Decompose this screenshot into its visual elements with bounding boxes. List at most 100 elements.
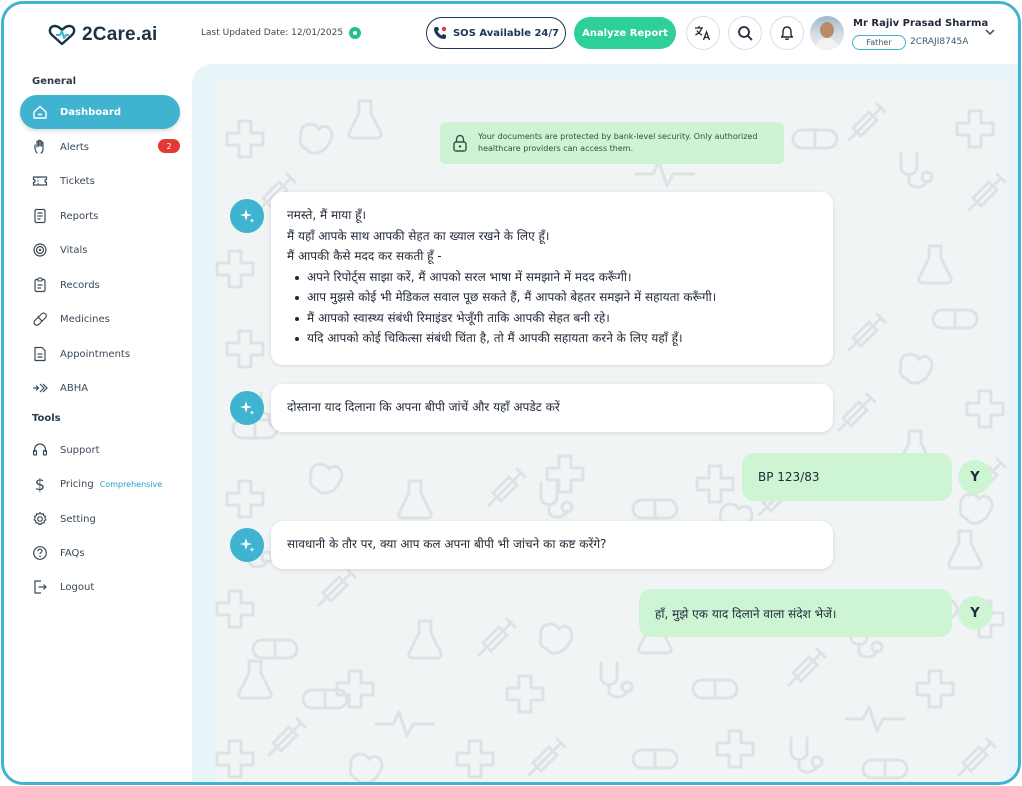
sidebar-item-label: Tickets bbox=[60, 175, 95, 187]
bot-message-reminder: दोस्ताना याद दिलाना कि अपना बीपी जांचें … bbox=[271, 384, 833, 432]
sidebar-item-reports[interactable]: Reports bbox=[20, 199, 180, 233]
report-icon bbox=[32, 208, 48, 224]
user-initial-avatar: Y bbox=[958, 460, 992, 494]
gear-icon bbox=[32, 511, 48, 527]
heart-logo-icon bbox=[48, 24, 76, 46]
app-name: 2Care.ai bbox=[82, 24, 158, 45]
message-text: सावधानी के तौर पर, क्या आप कल अपना बीपी … bbox=[287, 537, 607, 551]
sparkle-icon bbox=[240, 401, 255, 415]
sidebar-item-label: Alerts bbox=[60, 141, 90, 153]
sidebar-item-label: Appointments bbox=[60, 348, 131, 360]
sparkle-icon bbox=[240, 538, 255, 552]
bot-message-greeting: नमस्ते, मैं माया हूँ। मैं यहाँ आपके साथ … bbox=[271, 192, 833, 365]
dollar-icon: $ bbox=[34, 474, 46, 494]
user-initial-avatar: Y bbox=[958, 596, 992, 630]
medical-pattern-background bbox=[215, 99, 1007, 782]
sidebar-item-label: FAQs bbox=[60, 547, 85, 559]
sidebar-item-alerts[interactable]: Alerts 2 bbox=[20, 130, 180, 164]
bot-avatar bbox=[230, 391, 264, 425]
abha-icon bbox=[32, 380, 48, 396]
user-message-bp: BP 123/83 bbox=[742, 453, 952, 501]
analyze-report-label: Analyze Report bbox=[582, 27, 668, 39]
sidebar-item-pricing[interactable]: $ Pricing Comprehensive bbox=[20, 467, 180, 501]
sparkle-icon bbox=[240, 209, 255, 223]
analyze-report-button[interactable]: Analyze Report bbox=[574, 17, 676, 49]
user-message-reply: हाँ, मुझे एक याद दिलाने वाला संदेश भेजें… bbox=[639, 589, 952, 637]
user-name: Mr Rajiv Prasad Sharma bbox=[853, 18, 989, 29]
home-icon bbox=[32, 104, 48, 120]
sidebar-item-setting[interactable]: Setting bbox=[20, 502, 180, 536]
logo[interactable]: 2Care.ai bbox=[48, 24, 158, 46]
sidebar-item-abha[interactable]: ABHA bbox=[20, 371, 180, 405]
capability-list: अपने रिपोर्ट्स साझा करें, मैं आपको सरल भ… bbox=[287, 267, 817, 349]
notifications-button[interactable] bbox=[770, 16, 804, 50]
logout-icon bbox=[32, 579, 48, 595]
search-icon bbox=[738, 26, 753, 41]
pill-icon bbox=[32, 311, 48, 327]
headset-icon bbox=[32, 442, 48, 458]
chat-panel: Your documents are protected by bank-lev… bbox=[215, 79, 1007, 782]
section-title-general: General bbox=[32, 76, 76, 87]
vitals-icon bbox=[32, 242, 48, 258]
sidebar-item-support[interactable]: Support bbox=[20, 433, 180, 467]
translate-button[interactable] bbox=[686, 16, 720, 50]
records-icon bbox=[32, 277, 48, 293]
bot-message-followup: सावधानी के तौर पर, क्या आप कल अपना बीपी … bbox=[271, 521, 833, 569]
app-window: 2Care.ai Last Updated Date: 12/01/2025 S… bbox=[1, 1, 1021, 785]
user-id: 2CRAJI8745A bbox=[910, 37, 969, 47]
sidebar-item-label: Setting bbox=[60, 513, 96, 525]
greeting-line: नमस्ते, मैं माया हूँ। bbox=[287, 208, 367, 222]
sidebar-item-label: Vitals bbox=[60, 244, 88, 256]
list-item: अपने रिपोर्ट्स साझा करें, मैं आपको सरल भ… bbox=[287, 267, 817, 288]
bot-avatar bbox=[230, 528, 264, 562]
sidebar-item-label: Reports bbox=[60, 210, 99, 222]
greeting-line: मैं आपकी कैसे मदद कर सकती हूँ - bbox=[287, 249, 442, 263]
sidebar-item-label: Records bbox=[60, 279, 100, 291]
chevron-down-icon[interactable] bbox=[984, 26, 996, 38]
appointment-icon bbox=[32, 346, 48, 362]
user-avatar[interactable] bbox=[810, 16, 844, 50]
phone-icon bbox=[433, 26, 447, 39]
bell-icon bbox=[780, 26, 794, 40]
translate-icon bbox=[695, 26, 711, 41]
ticket-icon bbox=[32, 173, 48, 189]
sidebar-item-vitals[interactable]: Vitals bbox=[20, 233, 180, 267]
top-header: 2Care.ai Last Updated Date: 12/01/2025 S… bbox=[4, 4, 1018, 64]
hand-icon bbox=[32, 139, 48, 155]
status-dot-icon bbox=[349, 27, 362, 39]
alerts-count-badge: 2 bbox=[158, 139, 180, 153]
message-text: हाँ, मुझे एक याद दिलाने वाला संदेश भेजें… bbox=[655, 606, 837, 621]
plan-tag: Comprehensive bbox=[99, 479, 163, 489]
relation-badge: Father bbox=[852, 35, 906, 50]
greeting-line: मैं यहाँ आपके साथ आपकी सेहत का ख्याल रखन… bbox=[287, 228, 550, 243]
list-item: आप मुझसे कोई भी मेडिकल सवाल पूछ सकते हैं… bbox=[287, 287, 817, 308]
sidebar-item-label: Logout bbox=[60, 581, 95, 593]
security-notice: Your documents are protected by bank-lev… bbox=[440, 122, 784, 164]
sidebar-item-label: ABHA bbox=[60, 382, 89, 394]
sos-label: SOS Available 24/7 bbox=[452, 27, 559, 39]
last-updated: Last Updated Date: 12/01/2025 bbox=[201, 27, 362, 39]
sidebar-item-faqs[interactable]: FAQs bbox=[20, 536, 180, 570]
sidebar-item-label: Dashboard bbox=[60, 106, 121, 118]
sidebar-item-records[interactable]: Records bbox=[20, 268, 180, 302]
message-text: BP 123/83 bbox=[758, 470, 820, 484]
sidebar-item-medicines[interactable]: Medicines bbox=[20, 302, 180, 336]
lock-icon bbox=[453, 134, 467, 152]
search-button[interactable] bbox=[728, 16, 762, 50]
sidebar-item-dashboard[interactable]: Dashboard bbox=[20, 95, 180, 129]
question-icon bbox=[32, 545, 48, 561]
sidebar: General Dashboard Alerts 2 Tickets Repor… bbox=[4, 64, 192, 782]
section-title-tools: Tools bbox=[32, 413, 61, 424]
sidebar-item-label: Support bbox=[60, 444, 100, 456]
bot-avatar bbox=[230, 199, 264, 233]
list-item: मैं आपको स्वास्थ्य संबंधी रिमाइंडर भेजूँ… bbox=[287, 308, 817, 329]
sidebar-item-logout[interactable]: Logout bbox=[20, 570, 180, 604]
last-updated-text: Last Updated Date: 12/01/2025 bbox=[201, 28, 344, 38]
security-notice-text: Your documents are protected by bank-lev… bbox=[478, 132, 758, 153]
sidebar-item-label: Medicines bbox=[60, 313, 110, 325]
sidebar-item-appointments[interactable]: Appointments bbox=[20, 337, 180, 371]
sidebar-item-label: Pricing bbox=[60, 478, 94, 490]
sos-button[interactable]: SOS Available 24/7 bbox=[426, 17, 566, 49]
sidebar-item-tickets[interactable]: Tickets bbox=[20, 164, 180, 198]
list-item: यदि आपको कोई चिकित्सा संबंधी चिंता है, त… bbox=[287, 328, 817, 349]
